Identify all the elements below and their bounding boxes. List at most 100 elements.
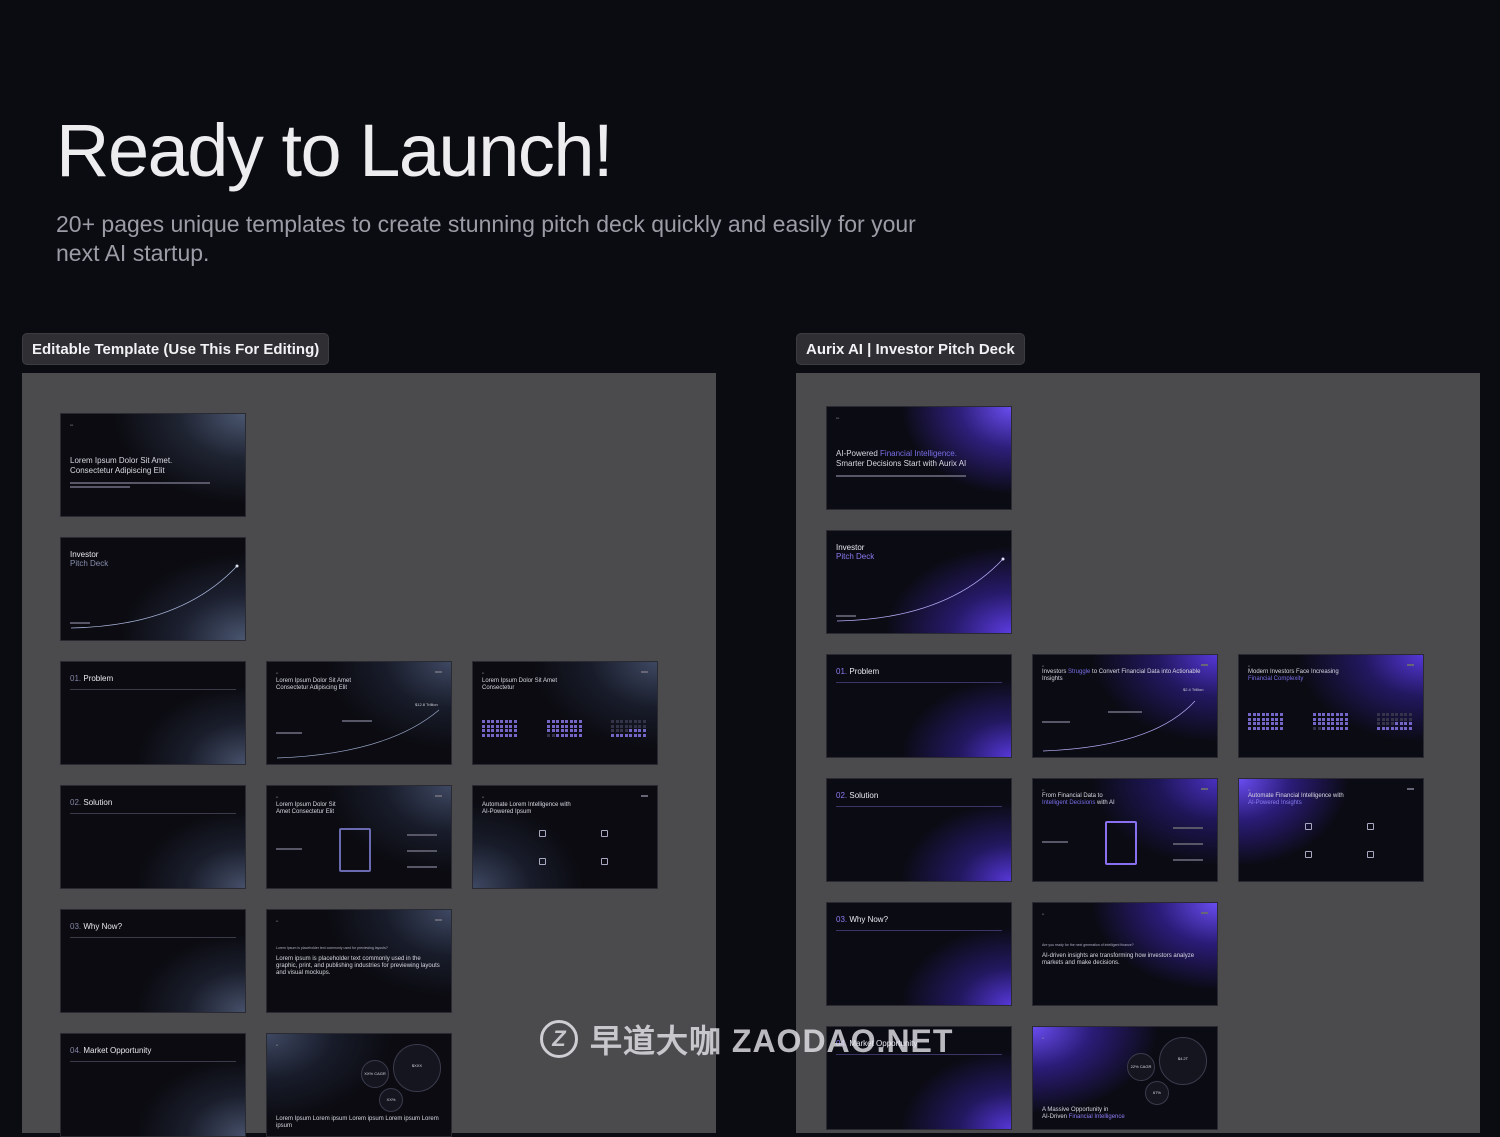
slide-title: Lorem Ipsum Dolor Sit Amet Consectetur E… bbox=[276, 802, 336, 815]
growth-curve bbox=[276, 709, 440, 759]
slide-logo: ▪▪ bbox=[482, 795, 485, 799]
slide-body-line bbox=[836, 475, 966, 477]
slide-title: Lorem Ipsum Dolor Sit Amet. Consectetur … bbox=[70, 456, 173, 475]
slide-market-size[interactable]: ▪▪ $4.2T 22% CAGR 67% A Massive Opportun… bbox=[1032, 1026, 1218, 1130]
slide-problem-market-size[interactable]: ▪▪ Investors Struggle to Convert Financi… bbox=[1032, 654, 1218, 758]
stat-dot-grid bbox=[611, 720, 646, 737]
feature-line bbox=[407, 834, 437, 836]
slide-divider bbox=[70, 1061, 236, 1062]
growth-curve bbox=[836, 557, 1005, 622]
slide-divider bbox=[70, 813, 236, 814]
slide-body-line bbox=[70, 622, 90, 624]
slide-investor-pitch-deck[interactable]: Investor Pitch Deck bbox=[60, 537, 246, 641]
slide-title: Automate Financial Intelligence with AI-… bbox=[1248, 793, 1344, 806]
slide-logo: ▪▪▪ bbox=[70, 423, 74, 427]
slide-investor-pitch-deck[interactable]: Investor Pitch Deck bbox=[826, 530, 1012, 634]
slide-title: From Financial Data to Intelligent Decis… bbox=[1042, 793, 1115, 806]
slide-problem[interactable]: 01. Problem bbox=[826, 654, 1012, 758]
frame-label-editable-template[interactable]: Editable Template (Use This For Editing) bbox=[22, 333, 330, 365]
stat-dot-grid bbox=[1377, 713, 1412, 730]
slide-body: AI-driven insights are transforming how … bbox=[1042, 953, 1195, 966]
slide-tag bbox=[435, 795, 442, 797]
market-circle-large: $4.2T bbox=[1159, 1037, 1207, 1085]
slide-solution-product[interactable]: ▪▪ From Financial Data to Intelligent De… bbox=[1032, 778, 1218, 882]
slide-problem[interactable]: 01. Problem bbox=[60, 661, 246, 765]
slide-logo: ▪▪ bbox=[276, 919, 279, 923]
watermark: Z 早道大咖 ZAODAO.NET bbox=[540, 1018, 953, 1060]
feature-line bbox=[1173, 843, 1203, 845]
feature-icon bbox=[601, 858, 608, 865]
slide-why-now-statement[interactable]: ▪▪ Lorem Ipsum is placeholder text commo… bbox=[266, 909, 452, 1013]
slide-why-now[interactable]: 03. Why Now? bbox=[60, 909, 246, 1013]
slide-title: Automate Lorem Intelligence with AI-Powe… bbox=[482, 802, 571, 815]
slide-title: Modern Investors Face Increasing Financi… bbox=[1248, 669, 1339, 682]
device-mockup bbox=[1105, 821, 1137, 865]
feature-line bbox=[1173, 827, 1203, 829]
slide-tag bbox=[435, 919, 442, 921]
slide-tag bbox=[641, 795, 648, 797]
watermark-logo-icon: Z bbox=[540, 1020, 578, 1058]
feature-icon bbox=[539, 830, 546, 837]
slide-body-line bbox=[70, 486, 130, 488]
stat-dot-grid bbox=[482, 720, 517, 737]
slide-body-line bbox=[70, 482, 210, 484]
market-circle-small: XX% bbox=[379, 1088, 403, 1112]
feature-icon bbox=[1305, 823, 1312, 830]
feature-icon bbox=[601, 830, 608, 837]
frame-label-aurix-pitch-deck[interactable]: Aurix AI | Investor Pitch Deck bbox=[796, 333, 1025, 365]
slide-market-size[interactable]: ▪▪ $XXX XX% CAGR XX% Lorem Ipsum Lorem i… bbox=[266, 1033, 452, 1137]
slide-title: 03. Why Now? bbox=[836, 915, 889, 924]
market-circle-small: 67% bbox=[1145, 1081, 1169, 1105]
slide-solution[interactable]: 02. Solution bbox=[60, 785, 246, 889]
feature-line bbox=[407, 850, 437, 852]
slide-title: Lorem Ipsum Dolor Sit Amet Consectetur bbox=[482, 678, 558, 691]
slide-body-line bbox=[1042, 721, 1070, 723]
slide-logo: ▪▪ bbox=[1042, 788, 1045, 792]
slide-why-now-statement[interactable]: ▪▪ Are you ready for the next generation… bbox=[1032, 902, 1218, 1006]
slide-problem-stats[interactable]: ▪▪ Modern Investors Face Increasing Fina… bbox=[1238, 654, 1424, 758]
slide-problem-stats[interactable]: ▪▪ Lorem Ipsum Dolor Sit Amet Consectetu… bbox=[472, 661, 658, 765]
slide-divider bbox=[836, 806, 1002, 807]
slide-why-now[interactable]: 03. Why Now? bbox=[826, 902, 1012, 1006]
slide-solution-features[interactable]: ▪▪ Automate Lorem Intelligence with AI-P… bbox=[472, 785, 658, 889]
slide-cover[interactable]: ▪▪▪ Lorem Ipsum Dolor Sit Amet. Consecte… bbox=[60, 413, 246, 517]
slide-body-line bbox=[342, 720, 372, 722]
slide-tag bbox=[1201, 912, 1208, 914]
slide-problem-market-size[interactable]: ▪▪ Lorem Ipsum Dolor Sit Amet Consectetu… bbox=[266, 661, 452, 765]
slide-logo: ▪▪ bbox=[1248, 664, 1251, 668]
slide-solution[interactable]: 02. Solution bbox=[826, 778, 1012, 882]
slide-logo: ▪▪ bbox=[276, 1043, 279, 1047]
feature-icon bbox=[1367, 823, 1374, 830]
watermark-text: 早道大咖 ZAODAO.NET bbox=[590, 1023, 954, 1059]
slide-logo: ▪▪▪ bbox=[836, 416, 840, 420]
feature-line bbox=[1173, 859, 1203, 861]
growth-curve bbox=[70, 564, 239, 629]
page-title: Ready to Launch! bbox=[56, 109, 614, 192]
slide-title: AI-Powered Financial Intelligence. Smart… bbox=[836, 449, 967, 468]
slide-market-opportunity[interactable]: 04. Market Opportunity bbox=[60, 1033, 246, 1137]
slide-divider bbox=[836, 930, 1002, 931]
slide-logo: ▪▪ bbox=[276, 795, 279, 799]
feature-line bbox=[407, 866, 437, 868]
slide-solution-features[interactable]: ▪▪ Automate Financial Intelligence with … bbox=[1238, 778, 1424, 882]
slide-body: Lorem ipsum is placeholder text commonly… bbox=[276, 956, 440, 976]
market-circle-medium: 22% CAGR bbox=[1127, 1053, 1155, 1081]
slide-logo: ▪▪ bbox=[1042, 1036, 1045, 1040]
slide-title: 03. Why Now? bbox=[70, 922, 123, 931]
slide-divider bbox=[70, 689, 236, 690]
device-mockup bbox=[339, 828, 371, 872]
slide-logo: ▪▪ bbox=[1248, 788, 1251, 792]
slide-tag bbox=[641, 671, 648, 673]
slide-body-line bbox=[1108, 711, 1142, 713]
slide-body-line bbox=[276, 732, 302, 734]
slide-body-line bbox=[1042, 841, 1068, 843]
stat-dot-grid bbox=[1313, 713, 1348, 730]
slide-tag bbox=[1407, 788, 1414, 790]
slide-solution-product[interactable]: ▪▪ Lorem Ipsum Dolor Sit Amet Consectetu… bbox=[266, 785, 452, 889]
slide-title: 04. Market Opportunity bbox=[70, 1046, 152, 1055]
feature-icon bbox=[539, 858, 546, 865]
stat-dot-grid bbox=[547, 720, 582, 737]
slide-cover[interactable]: ▪▪▪ AI-Powered Financial Intelligence. S… bbox=[826, 406, 1012, 510]
feature-icon bbox=[1367, 851, 1374, 858]
page-subtitle: 20+ pages unique templates to create stu… bbox=[56, 211, 916, 266]
